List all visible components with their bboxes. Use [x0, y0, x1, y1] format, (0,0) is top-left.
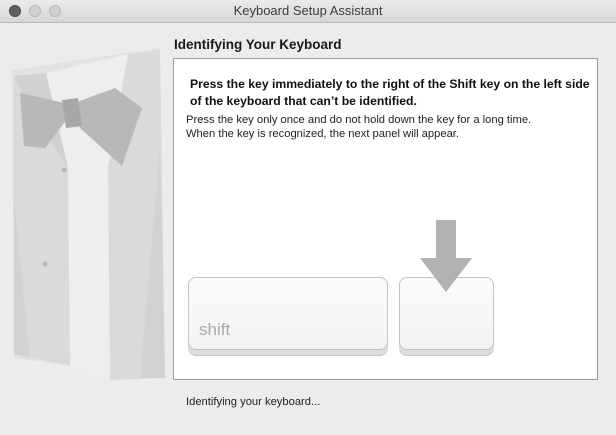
- instruction-text: Press the key immediately to the right o…: [190, 77, 590, 108]
- tuxedo-illustration: [12, 48, 165, 380]
- down-arrow-icon: [420, 220, 472, 292]
- shift-key-label: shift: [199, 320, 231, 339]
- status-text: Identifying your keyboard...: [186, 396, 321, 408]
- shift-key: shift: [188, 277, 388, 350]
- title-bar[interactable]: Keyboard Setup Assistant: [0, 0, 616, 23]
- note-line-2: When the key is recognized, the next pan…: [186, 128, 460, 140]
- page-heading: Identifying Your Keyboard: [174, 37, 342, 52]
- note-text: Press the key only once and do not hold …: [186, 113, 591, 141]
- note-line-1: Press the key only once and do not hold …: [186, 114, 532, 126]
- content-panel: Press the key immediately to the right o…: [173, 58, 598, 380]
- window-title: Keyboard Setup Assistant: [233, 3, 383, 18]
- window: Keyboard Setup Assistant Identifying You…: [0, 0, 616, 435]
